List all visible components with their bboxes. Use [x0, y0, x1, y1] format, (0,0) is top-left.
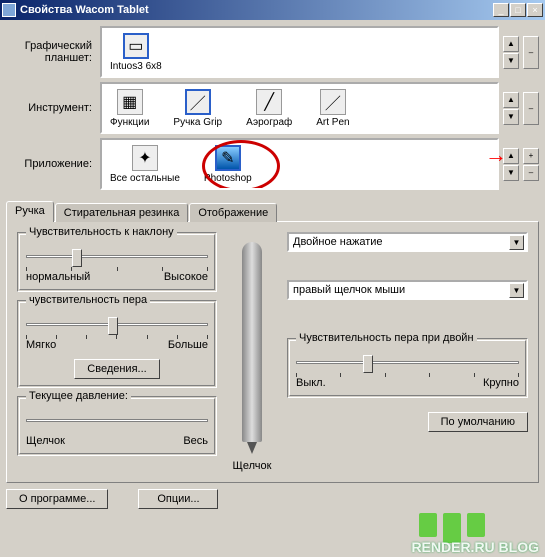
dblclick-slider[interactable]	[296, 353, 519, 371]
tilt-right-label: Высокое	[164, 271, 208, 283]
window-title: Свойства Wacom Tablet	[20, 4, 493, 16]
tool-remove-button[interactable]: –	[523, 92, 539, 125]
chevron-down-icon: ▼	[509, 235, 524, 250]
app-icon	[2, 3, 16, 17]
app-scroll-down[interactable]: ▼	[503, 165, 519, 181]
artpen-icon: ／	[320, 89, 346, 115]
watermark-text: RENDER.RU BLOG	[411, 539, 539, 555]
airbrush-icon: ╱	[256, 89, 282, 115]
app-item-all-others[interactable]: ✦ Все остальные	[110, 145, 180, 184]
pressure-right-label: Весь	[183, 435, 208, 447]
tab-pen[interactable]: Ручка	[6, 201, 54, 222]
options-button[interactable]: Опции...	[138, 489, 218, 509]
tip-left-label: Мягко	[26, 339, 56, 351]
tool-scroll-down[interactable]: ▼	[503, 109, 519, 125]
tab-eraser[interactable]: Стирательная резинка	[55, 203, 189, 222]
details-button[interactable]: Сведения...	[74, 359, 159, 379]
tablet-icon: ▭	[123, 33, 149, 59]
functions-icon: ▦	[117, 89, 143, 115]
dblclick-group: Чувствительность пера при двойн Выкл. Кр…	[287, 338, 528, 398]
app-item-photoshop[interactable]: ✎ Photoshop	[204, 145, 252, 184]
tool-item-functions[interactable]: ▦ Функции	[110, 89, 149, 128]
tilt-group: Чувствительность к наклону нормальный Вы…	[17, 232, 217, 292]
pressure-bar	[26, 411, 208, 429]
app-label: Приложение:	[6, 158, 96, 170]
photoshop-icon: ✎	[215, 145, 241, 171]
tilt-left-label: нормальный	[26, 271, 90, 283]
tool-item-airbrush[interactable]: ╱ Аэрограф	[246, 89, 292, 128]
pen-image	[242, 242, 262, 442]
tablet-scroll-up[interactable]: ▲	[503, 36, 519, 52]
tilt-slider[interactable]	[26, 247, 208, 265]
tip-feel-group: чувствительность пера Мягко Больше Сведе…	[17, 300, 217, 388]
tablet-scroll-down[interactable]: ▼	[503, 53, 519, 69]
upper-button-combo[interactable]: Двойное нажатие ▼	[287, 232, 528, 252]
tablet-list[interactable]: ▭ Intuos3 6x8	[100, 26, 499, 78]
app-scroll-up[interactable]: ▲	[503, 148, 519, 164]
pen-tip-label: Щелчок	[233, 460, 272, 472]
tablet-label: Графический планшет:	[6, 40, 96, 64]
tool-item-grip-pen[interactable]: ／ Ручка Grip	[173, 89, 222, 128]
about-button[interactable]: О программе...	[6, 489, 108, 509]
pen-icon: ／	[185, 89, 211, 115]
titlebar[interactable]: Свойства Wacom Tablet _ □ ×	[0, 0, 545, 20]
tabs: Ручка Стирательная резинка Отображение	[6, 201, 539, 222]
all-apps-icon: ✦	[132, 145, 158, 171]
wacom-properties-window: Свойства Wacom Tablet _ □ × Графический …	[0, 0, 545, 557]
tool-label: Инструмент:	[6, 102, 96, 114]
app-add-button[interactable]: +	[523, 148, 539, 164]
app-remove-button[interactable]: –	[523, 165, 539, 181]
tool-list[interactable]: ▦ Функции ／ Ручка Grip ╱ Аэрограф ／ Art …	[100, 82, 499, 134]
defaults-button[interactable]: По умолчанию	[428, 412, 528, 432]
dbl-right-label: Крупно	[483, 377, 519, 389]
tab-mapping[interactable]: Отображение	[189, 203, 277, 222]
tip-right-label: Больше	[168, 339, 208, 351]
tool-item-art-pen[interactable]: ／ Art Pen	[316, 89, 349, 128]
lower-button-combo[interactable]: правый щелчок мыши ▼	[287, 280, 528, 300]
maximize-button[interactable]: □	[510, 3, 526, 17]
app-list[interactable]: ✦ Все остальные ✎ Photoshop	[100, 138, 499, 190]
tab-content: Чувствительность к наклону нормальный Вы…	[6, 221, 539, 483]
tip-feel-slider[interactable]	[26, 315, 208, 333]
close-button[interactable]: ×	[527, 3, 543, 17]
minimize-button[interactable]: _	[493, 3, 509, 17]
pressure-group: Текущее давление: Щелчок Весь	[17, 396, 217, 456]
tablet-item-intuos3[interactable]: ▭ Intuos3 6x8	[110, 33, 162, 72]
chevron-down-icon: ▼	[509, 283, 524, 298]
dbl-left-label: Выкл.	[296, 377, 326, 389]
tablet-remove-button[interactable]: –	[523, 36, 539, 69]
pressure-left-label: Щелчок	[26, 435, 65, 447]
tool-scroll-up[interactable]: ▲	[503, 92, 519, 108]
